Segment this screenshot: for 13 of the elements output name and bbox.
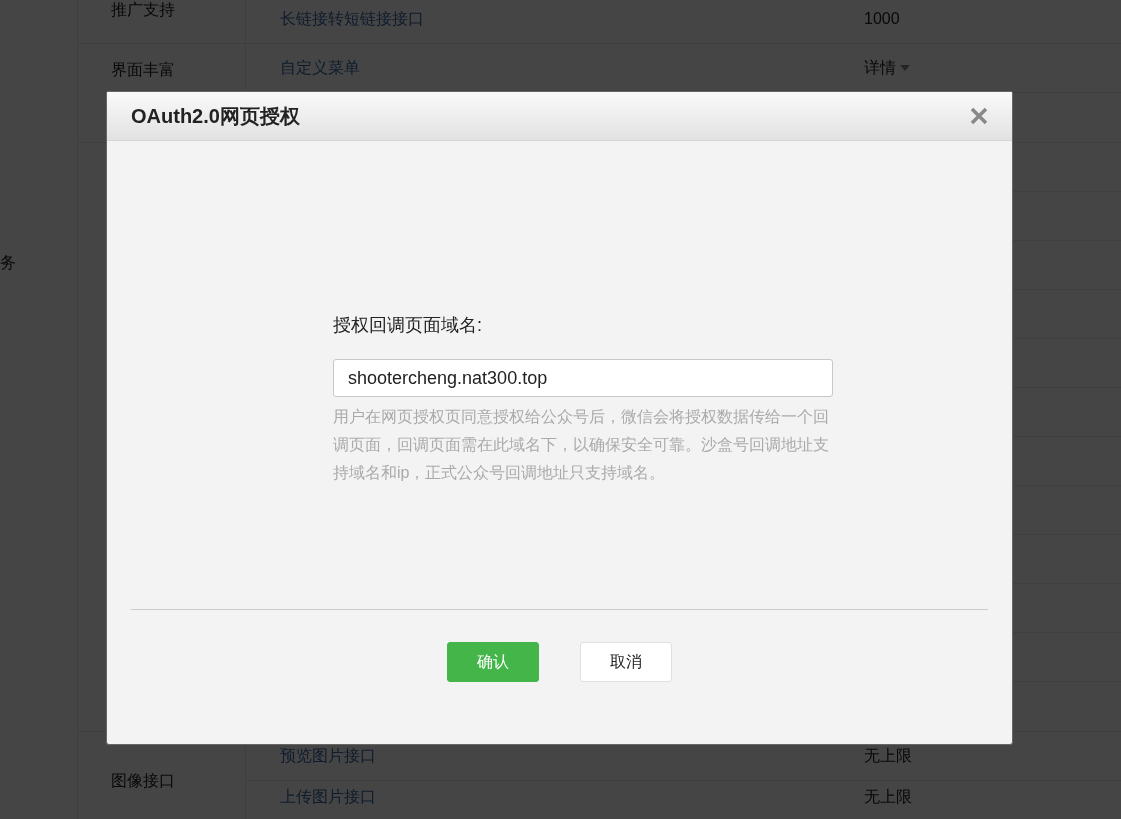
category-label: 界面丰富 [111,62,175,78]
category-label: 图像接口 [111,773,175,789]
close-button[interactable] [970,107,988,125]
close-icon [970,107,988,125]
confirm-button[interactable]: 确认 [447,642,539,682]
category-label: 务 [0,255,16,271]
help-text: 用户在网页授权页同意授权给公众号后，微信会将授权数据传给一个回调页面，回调页面需在此域名下，以确保安全可靠。沙盒号回调地址支持域名和ip，正式公众号回调地址只支持域名。 [333,407,830,483]
cancel-button[interactable]: 取消 [580,642,672,682]
dialog-title: OAuth2.0网页授权 [131,103,300,129]
field-label: 授权回调页面域名: [333,314,483,337]
limit-value: 1000 [864,10,900,27]
domain-input[interactable]: shootercheng.nat300.top [333,359,833,397]
category-label: 推广支持 [111,2,175,18]
